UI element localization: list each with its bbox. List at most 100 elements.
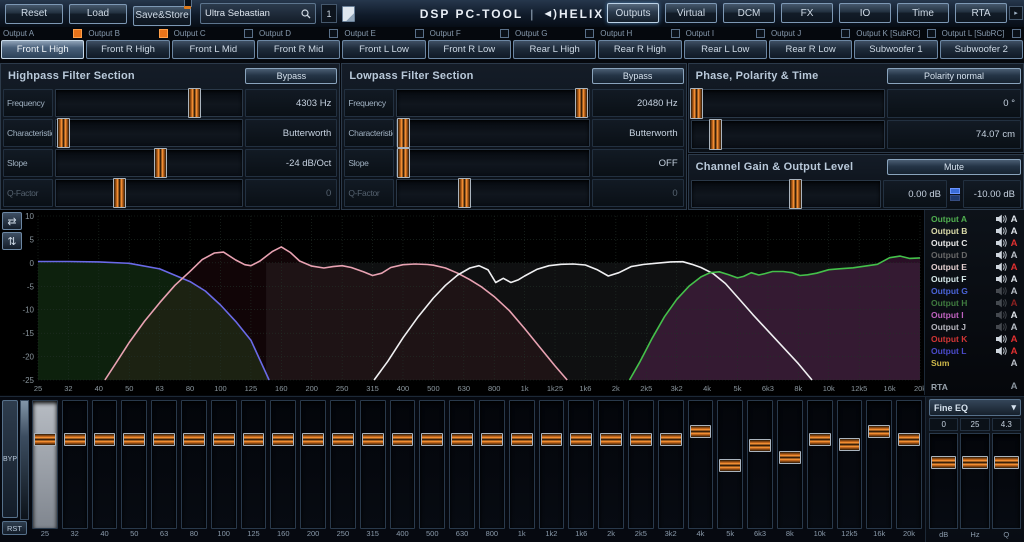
channel-link-checkbox[interactable] [585,29,594,38]
eq-band-handle[interactable] [630,433,652,446]
preset-number[interactable]: 1 [321,4,337,23]
eq-band-track[interactable] [539,400,565,529]
toolbar-button-fx[interactable]: FX [781,3,833,23]
speaker-icon[interactable] [994,274,1008,284]
eq-band-handle[interactable] [451,433,473,446]
channel-link-checkbox[interactable] [244,29,253,38]
channel-tab-front-l-high[interactable]: Front L High [1,40,84,59]
eq-band-track[interactable] [181,400,207,529]
eq-band-handle[interactable] [392,433,414,446]
eq-band-handle[interactable] [541,433,563,446]
eq-band-handle[interactable] [868,425,890,438]
toolbar-button-rta[interactable]: RTA [955,3,1007,23]
eq-band-track[interactable] [717,400,743,529]
legend-row-output-c[interactable]: Output CA [931,237,1020,249]
eq-band-track[interactable] [658,400,684,529]
eq-band-track[interactable] [419,400,445,529]
fine-eq-db-value[interactable]: 0 [929,418,958,431]
lowpass-characteristic-slider[interactable] [396,119,589,147]
channel-tab-rear-l-high[interactable]: Rear L High [513,40,596,59]
legend-row-output-i[interactable]: Output IA [931,309,1020,321]
eq-band-handle[interactable] [272,433,294,446]
eq-band-track[interactable] [688,400,714,529]
eq-band-handle[interactable] [511,433,533,446]
fine-eq-hz-value[interactable]: 25 [960,418,989,431]
channel-link-checkbox[interactable] [927,29,936,38]
legend-row-output-l[interactable]: Output LA [931,345,1020,357]
slider-handle[interactable] [690,88,703,119]
gain-slider[interactable] [691,180,881,208]
speaker-icon[interactable] [994,346,1008,356]
eq-master-slider[interactable] [20,400,29,520]
highpass-frequency-slider[interactable] [55,89,243,117]
channel-tab-subwoofer-2[interactable]: Subwoofer 2 [940,40,1023,59]
eq-band-track[interactable] [32,400,58,529]
lowpass-q-factor-slider[interactable] [396,179,589,207]
speaker-icon[interactable] [994,214,1008,224]
eq-band-track[interactable] [777,400,803,529]
channel-link-checkbox[interactable] [415,29,424,38]
eq-band-track[interactable] [837,400,863,529]
lowpass-value[interactable]: 0 [592,179,684,207]
speaker-icon[interactable] [994,322,1008,332]
fine-eq-header[interactable]: Fine EQ ▾ [929,399,1021,416]
legend-row-output-g[interactable]: Output GA [931,285,1020,297]
channel-link-checkbox[interactable] [756,29,765,38]
toolbar-overflow-arrow[interactable]: ▸ [1009,6,1023,20]
legend-row-rta[interactable]: RTAA [931,381,1020,393]
eq-band-handle[interactable] [362,433,384,446]
lowpass-value[interactable]: Butterworth [592,119,684,147]
legend-row-output-k[interactable]: Output KA [931,333,1020,345]
channel-tab-rear-r-high[interactable]: Rear R High [598,40,681,59]
eq-band-handle[interactable] [94,433,116,446]
legend-row-output-b[interactable]: Output BA [931,225,1020,237]
eq-reset-button[interactable]: RST [2,521,27,535]
mute-button[interactable]: Mute [887,159,1021,175]
eq-band-handle[interactable] [421,433,443,446]
scale-horizontal-button[interactable]: ⇄ [2,212,22,230]
eq-band-track[interactable] [747,400,773,529]
document-icon[interactable] [342,6,355,22]
channel-tab-front-r-high[interactable]: Front R High [86,40,169,59]
channel-tab-front-r-low[interactable]: Front R Low [428,40,511,59]
channel-tab-rear-l-low[interactable]: Rear L Low [684,40,767,59]
search-icon[interactable] [301,9,311,19]
time-delay-value[interactable]: 74.07 cm [887,120,1021,149]
highpass-q-factor-slider[interactable] [55,179,243,207]
eq-band-handle[interactable] [779,451,801,464]
toolbar-button-virtual[interactable]: Virtual [665,3,717,23]
eq-band-handle[interactable] [64,433,86,446]
eq-band-track[interactable] [241,400,267,529]
eq-band-track[interactable] [211,400,237,529]
eq-band-handle[interactable] [600,433,622,446]
toolbar-button-dcm[interactable]: DCM [723,3,775,23]
eq-band-handle[interactable] [332,433,354,446]
legend-row-output-a[interactable]: Output AA [931,213,1020,225]
toolbar-button-io[interactable]: IO [839,3,891,23]
highpass-slope-slider[interactable] [55,149,243,177]
speaker-icon[interactable] [994,238,1008,248]
eq-band-handle[interactable] [570,433,592,446]
eq-band-track[interactable] [807,400,833,529]
eq-band-track[interactable] [866,400,892,529]
fine-eq-hz-slider[interactable] [960,433,989,529]
slider-handle[interactable] [789,179,802,209]
eq-bypass-button[interactable]: BYP [2,400,18,518]
fine-eq-handle[interactable] [962,456,987,469]
lowpass-slope-slider[interactable] [396,149,589,177]
speaker-icon[interactable] [994,334,1008,344]
lowpass-frequency-slider[interactable] [396,89,589,117]
eq-band-track[interactable] [598,400,624,529]
eq-band-track[interactable] [568,400,594,529]
fine-eq-db-slider[interactable] [929,433,958,529]
phase-slider[interactable] [691,89,885,118]
time-delay-slider[interactable] [691,120,885,149]
eq-band-track[interactable] [300,400,326,529]
lowpass-value[interactable]: 20480 Hz [592,89,684,117]
eq-band-track[interactable] [360,400,386,529]
channel-link-checkbox[interactable] [841,29,850,38]
channel-tab-subwoofer-1[interactable]: Subwoofer 1 [854,40,937,59]
lowpass-bypass-button[interactable]: Bypass [592,68,684,84]
channel-tab-rear-r-low[interactable]: Rear R Low [769,40,852,59]
slider-handle[interactable] [113,178,126,208]
